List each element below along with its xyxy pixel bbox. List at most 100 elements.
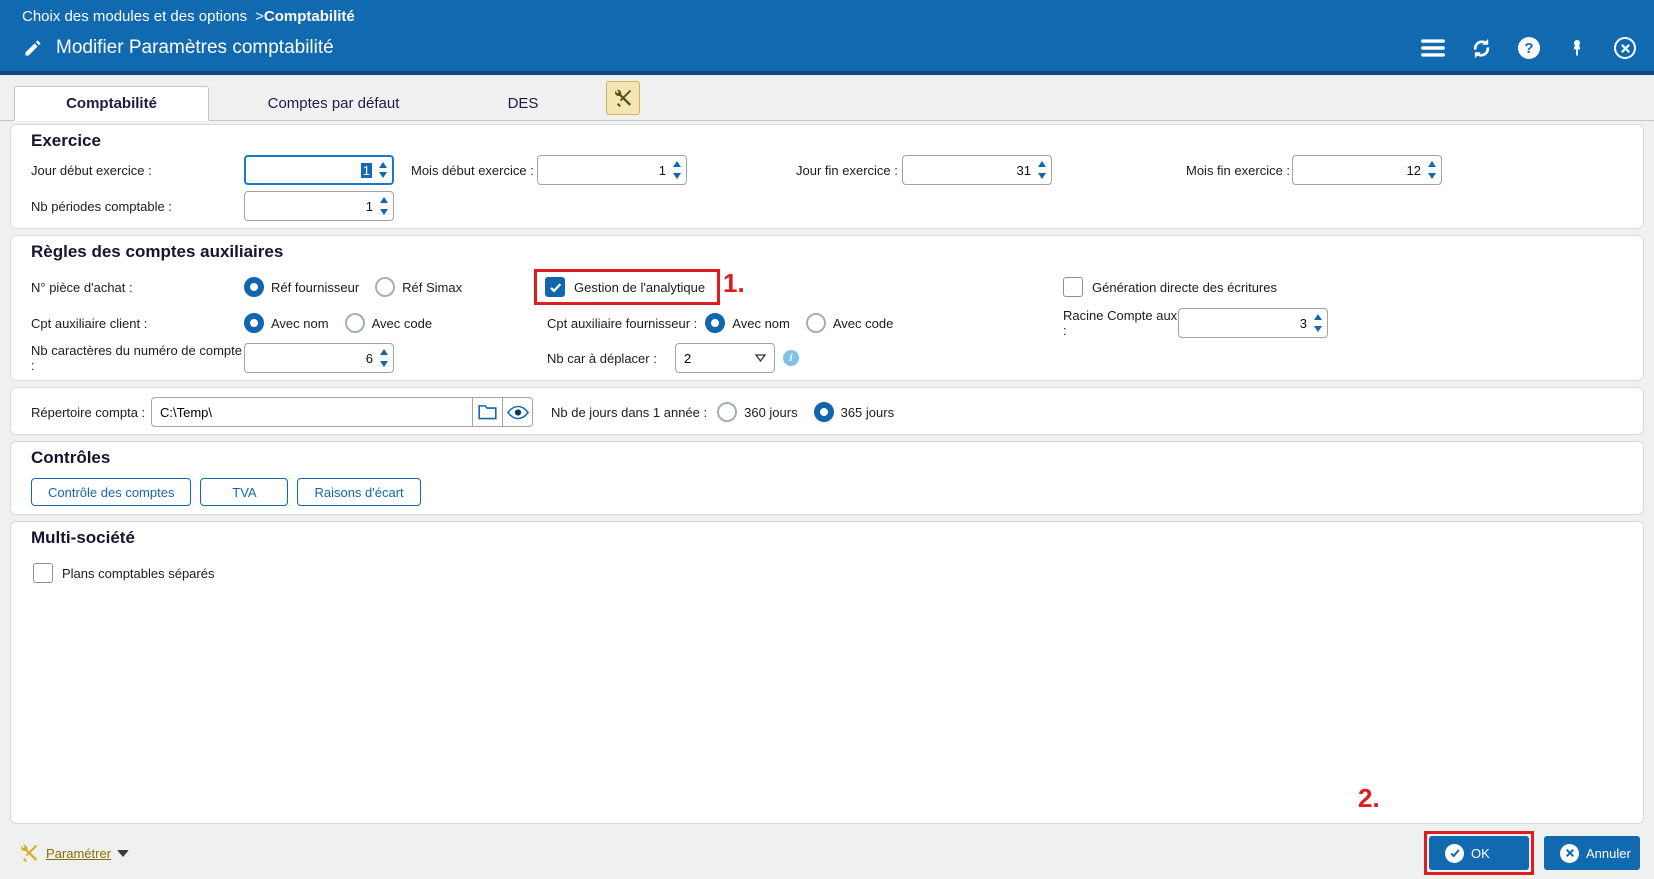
- controle-des-comptes-button[interactable]: Contrôle des comptes: [31, 478, 192, 506]
- annotation-step1: 1.: [723, 268, 745, 298]
- spinner-arrows-icon[interactable]: [673, 161, 681, 179]
- tab-des[interactable]: DES: [458, 87, 588, 120]
- aux-client-label: Cpt auxiliaire client :: [31, 315, 148, 331]
- close-icon[interactable]: [1612, 35, 1638, 61]
- breadcrumb: Choix des modules et des options >Comptab…: [16, 6, 1638, 31]
- section-regles: Règles des comptes auxiliaires N° pièce …: [10, 235, 1644, 381]
- section-title-controles: Contrôles: [31, 448, 111, 467]
- section-title-regles: Règles des comptes auxiliaires: [31, 242, 284, 261]
- radio-dot-icon: [813, 402, 834, 422]
- radio-dot-icon: [705, 313, 726, 333]
- tva-button[interactable]: TVA: [200, 478, 289, 506]
- checkbox-icon: [1063, 277, 1083, 297]
- x-circle-icon: [1560, 843, 1579, 863]
- section-repertoire: Répertoire compta : C:\Temp\ Nb de jours…: [10, 387, 1644, 435]
- radio-ref-simax[interactable]: Réf Simax: [375, 277, 462, 297]
- radio-dot-icon: [244, 313, 264, 333]
- raisons-ecart-button[interactable]: Raisons d'écart: [297, 478, 421, 506]
- jour-fin-input[interactable]: 31: [902, 155, 1052, 185]
- radio-360-jours[interactable]: 360 jours: [717, 402, 798, 422]
- piece-achat-label: N° pièce d'achat :: [31, 279, 133, 295]
- checkbox-icon: [33, 563, 53, 583]
- spinner-arrows-icon[interactable]: [1314, 314, 1322, 332]
- jour-debut-value: 1: [360, 162, 372, 178]
- radio-dot-icon: [344, 313, 365, 333]
- annotation-box-step2: OK: [1424, 831, 1534, 875]
- section-title-exercice: Exercice: [31, 131, 101, 150]
- checkbox-generation-directe[interactable]: Génération directe des écritures: [1063, 277, 1277, 297]
- wrench-screwdriver-icon: [615, 89, 632, 108]
- preview-path-button[interactable]: [503, 397, 533, 427]
- annuler-button[interactable]: Annuler: [1544, 836, 1640, 870]
- radio-fournisseur-avec-nom[interactable]: Avec nom: [705, 313, 790, 333]
- jour-fin-label: Jour fin exercice :: [796, 162, 898, 178]
- pencil-icon: [20, 35, 46, 61]
- radio-365-jours[interactable]: 365 jours: [813, 402, 894, 422]
- header: Choix des modules et des options >Comptab…: [0, 0, 1654, 75]
- eye-icon: [506, 405, 529, 419]
- nb-periodes-label: Nb périodes comptable :: [31, 198, 172, 214]
- parametrer-link[interactable]: Paramétrer: [46, 846, 111, 861]
- nb-periodes-input[interactable]: 1: [244, 191, 394, 221]
- nb-caracteres-label: Nb caractères du numéro de compte :: [31, 343, 242, 373]
- spinner-arrows-icon[interactable]: [380, 349, 388, 367]
- racine-compte-label: Racine Compte aux :: [1063, 308, 1178, 338]
- tab-bar: Comptabilité Comptes par défaut DES: [0, 75, 1654, 121]
- nb-caracteres-input[interactable]: 6: [244, 343, 394, 373]
- nb-car-deplacer-select[interactable]: 2: [675, 343, 775, 373]
- tab-comptes-par-defaut[interactable]: Comptes par défaut: [211, 87, 456, 120]
- pin-icon[interactable]: [1564, 35, 1590, 61]
- jours-annee-label: Nb de jours dans 1 année :: [551, 404, 708, 420]
- chevron-down-icon[interactable]: [117, 849, 130, 857]
- tab-tools-button[interactable]: [606, 81, 640, 115]
- wrench-screwdriver-icon: [21, 844, 38, 863]
- section-title-multi-societe: Multi-société: [31, 528, 135, 547]
- check-circle-icon: [1445, 843, 1464, 863]
- checkbox-gestion-analytique[interactable]: Gestion de l'analytique: [545, 277, 705, 297]
- footer-bar: Paramétrer OK Annuler: [0, 827, 1654, 879]
- browse-folder-button[interactable]: [473, 397, 503, 427]
- repertoire-label: Répertoire compta :: [31, 404, 146, 420]
- dropdown-arrow-icon: [755, 354, 766, 362]
- jour-debut-label: Jour début exercice :: [31, 162, 152, 178]
- annotation-step2: 2.: [1358, 783, 1380, 813]
- breadcrumb-path[interactable]: Choix des modules et des options: [22, 8, 247, 25]
- spinner-arrows-icon[interactable]: [379, 162, 387, 178]
- tab-comptabilite[interactable]: Comptabilité: [14, 86, 209, 121]
- settings-window: Choix des modules et des options >Comptab…: [0, 0, 1654, 879]
- repertoire-input[interactable]: C:\Temp\: [151, 397, 473, 427]
- info-icon[interactable]: i: [783, 350, 799, 366]
- racine-compte-input[interactable]: 3: [1178, 308, 1328, 338]
- page-title: Modifier Paramètres comptabilité: [56, 37, 334, 58]
- spinner-arrows-icon[interactable]: [380, 197, 388, 215]
- sync-icon[interactable]: [1468, 35, 1494, 61]
- radio-dot-icon: [717, 402, 738, 422]
- radio-dot-icon: [375, 277, 396, 297]
- content: Exercice Jour début exercice : 1 Mois dé…: [0, 121, 1654, 827]
- ok-button[interactable]: OK: [1429, 836, 1529, 870]
- jour-debut-input[interactable]: 1: [244, 155, 394, 185]
- nb-car-deplacer-label: Nb car à déplacer :: [547, 350, 657, 366]
- checkbox-plans-separes[interactable]: Plans comptables séparés: [33, 563, 214, 583]
- radio-dot-icon: [805, 313, 826, 333]
- section-multi-societe: Multi-société Plans comptables séparés: [10, 521, 1644, 824]
- breadcrumb-separator: >: [255, 8, 264, 25]
- help-icon[interactable]: ?: [1516, 35, 1542, 61]
- spinner-arrows-icon[interactable]: [1428, 161, 1436, 179]
- radio-fournisseur-avec-code[interactable]: Avec code: [805, 313, 893, 333]
- radio-client-avec-nom[interactable]: Avec nom: [244, 313, 329, 333]
- spinner-arrows-icon[interactable]: [1038, 161, 1046, 179]
- radio-ref-fournisseur[interactable]: Réf fournisseur: [244, 277, 359, 297]
- mois-debut-input[interactable]: 1: [537, 155, 687, 185]
- folder-icon: [478, 405, 497, 420]
- annotation-box-step1: Gestion de l'analytique: [534, 269, 721, 305]
- section-exercice: Exercice Jour début exercice : 1 Mois dé…: [10, 124, 1644, 229]
- mois-fin-input[interactable]: 12: [1292, 155, 1442, 185]
- menu-icon[interactable]: [1420, 35, 1446, 61]
- mois-fin-label: Mois fin exercice :: [1186, 162, 1291, 178]
- aux-fournisseur-label: Cpt auxiliaire fournisseur :: [547, 315, 698, 331]
- breadcrumb-current: Comptabilité: [263, 8, 355, 25]
- mois-debut-label: Mois début exercice :: [411, 162, 534, 178]
- radio-client-avec-code[interactable]: Avec code: [344, 313, 432, 333]
- checkbox-icon: [545, 277, 565, 297]
